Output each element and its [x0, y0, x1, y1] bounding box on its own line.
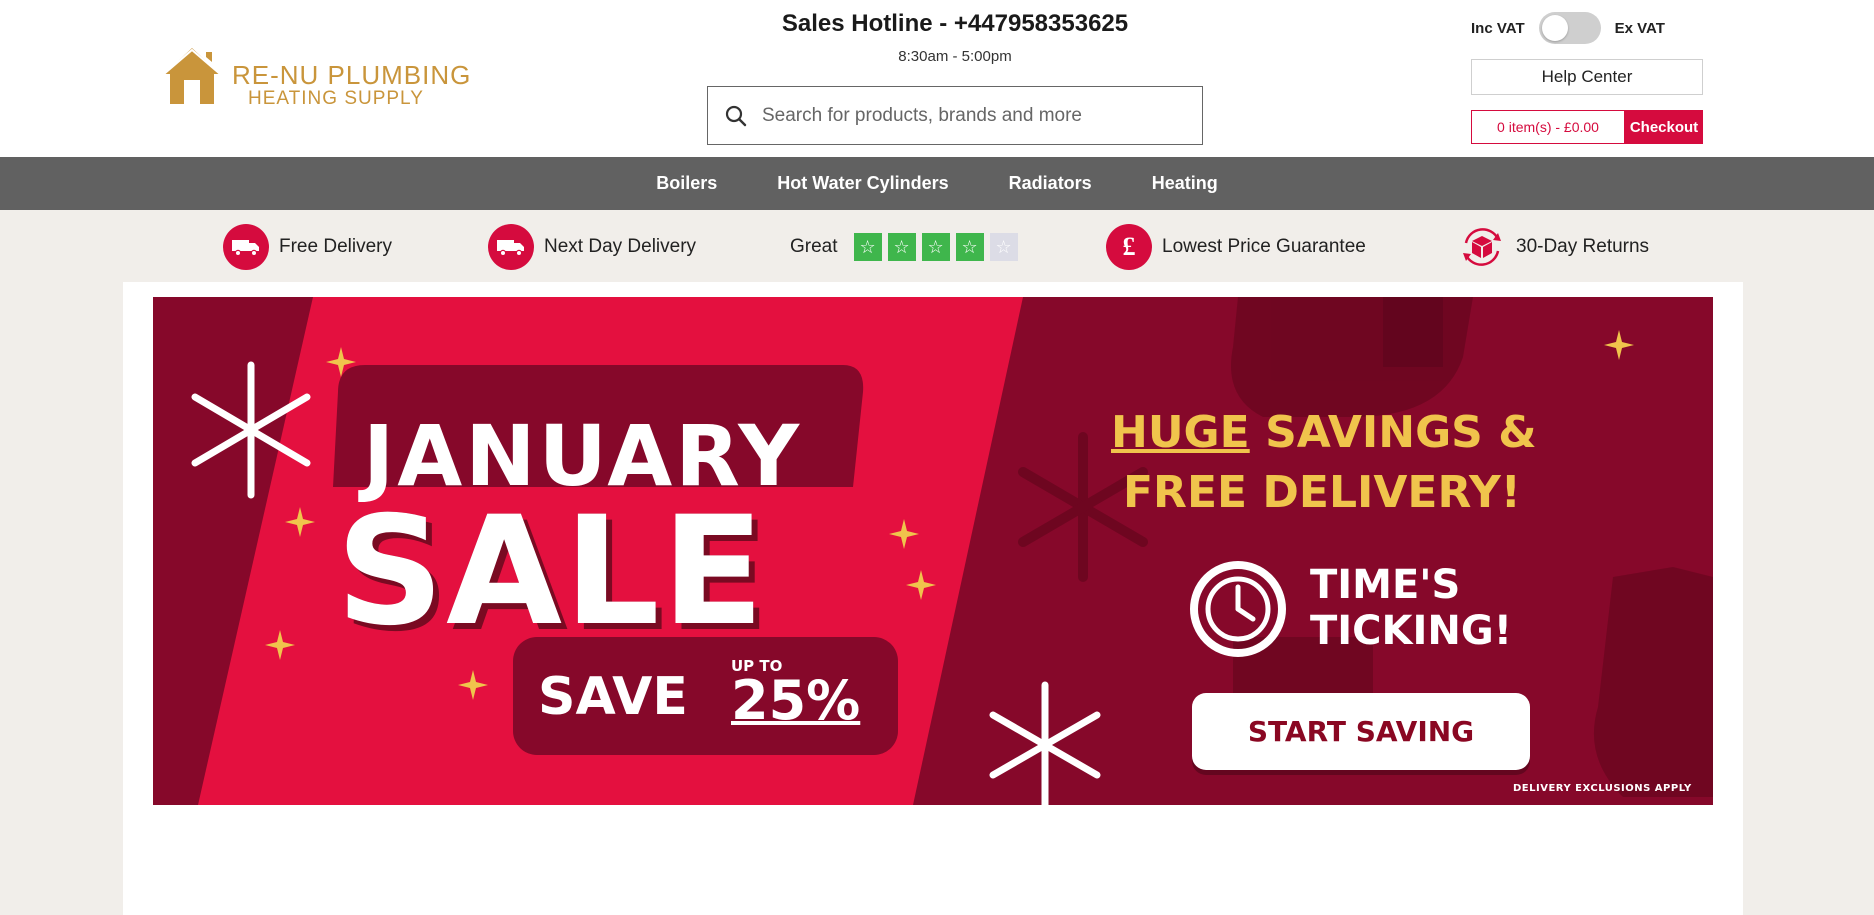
star-icon: ☆ — [921, 233, 950, 261]
banner-save: SAVE — [538, 667, 688, 727]
rating-stars: ☆ ☆ ☆ ☆ ☆ — [853, 233, 1018, 261]
logo-line-2: HEATING SUPPLY — [248, 88, 424, 109]
star-icon: ☆ — [853, 233, 882, 261]
banner-exclusions: DELIVERY EXCLUSIONS APPLY — [1513, 783, 1692, 794]
star-icon: ☆ — [989, 233, 1018, 261]
pound-icon: £ — [1106, 224, 1152, 270]
help-center-button[interactable]: Help Center — [1471, 59, 1703, 95]
search-bar[interactable] — [707, 86, 1203, 145]
vat-switcher: Inc VAT Ex VAT — [1471, 12, 1665, 44]
banner-times-line-2: TICKING! — [1310, 608, 1512, 654]
usp-bar: Free Delivery Next Day Delivery Great ☆ … — [0, 210, 1874, 282]
banner-times-line-1: TIME'S — [1310, 562, 1461, 608]
usp-label: 30-Day Returns — [1516, 236, 1650, 257]
toggle-knob — [1541, 15, 1568, 41]
usp-label: Next Day Delivery — [544, 236, 697, 257]
delivery-truck-icon — [223, 224, 269, 270]
checkout-button[interactable]: Checkout — [1625, 110, 1703, 144]
banner-headline-1: HUGE SAVINGS & — [1111, 407, 1537, 458]
clock-icon — [1190, 561, 1286, 657]
banner-free-delivery: FREE DELIVERY! — [1123, 467, 1521, 518]
usp-label: Lowest Price Guarantee — [1162, 236, 1366, 257]
banner-times-ticking: TIME'S TICKING! — [1310, 562, 1512, 654]
cart-summary[interactable]: 0 item(s) - £0.00 — [1471, 110, 1625, 144]
nav-item-heating[interactable]: Heating — [1122, 173, 1248, 194]
inc-vat-label: Inc VAT — [1471, 19, 1525, 37]
nav-item-radiators[interactable]: Radiators — [979, 173, 1122, 194]
main-content: JANUARY SALE SAVE UP TO 25% HUGE SAVINGS… — [123, 282, 1743, 915]
usp-lowest-price: £ Lowest Price Guarantee — [1106, 224, 1366, 270]
logo[interactable]: RE-NU PLUMBING HEATING SUPPLY — [162, 46, 470, 112]
returns-box-icon — [1458, 223, 1506, 271]
site-header: RE-NU PLUMBING HEATING SUPPLY Sales Hotl… — [0, 0, 1874, 157]
banner-percent: 25% — [731, 669, 861, 732]
january-sale-banner[interactable]: JANUARY SALE SAVE UP TO 25% HUGE SAVINGS… — [153, 297, 1713, 805]
house-icon — [163, 48, 221, 104]
usp-next-day-delivery: Next Day Delivery — [488, 224, 696, 270]
mini-cart: 0 item(s) - £0.00 Checkout — [1471, 110, 1703, 144]
vat-toggle[interactable] — [1538, 12, 1601, 44]
main-navigation: Boilers Hot Water Cylinders Radiators He… — [0, 157, 1874, 210]
ex-vat-label: Ex VAT — [1614, 19, 1665, 37]
nav-item-hot-water-cylinders[interactable]: Hot Water Cylinders — [747, 173, 978, 194]
usp-returns: 30-Day Returns — [1458, 224, 1649, 270]
search-icon[interactable] — [710, 104, 762, 128]
rating-label: Great — [790, 236, 838, 257]
usp-rating[interactable]: Great ☆ ☆ ☆ ☆ ☆ — [790, 224, 1018, 270]
banner-sale: SALE — [336, 485, 767, 659]
usp-free-delivery: Free Delivery — [223, 224, 392, 270]
search-input[interactable] — [762, 104, 1182, 127]
usp-label: Free Delivery — [279, 236, 392, 257]
nav-item-boilers[interactable]: Boilers — [626, 173, 747, 194]
banner-huge: HUGE — [1111, 407, 1250, 458]
delivery-truck-icon — [488, 224, 534, 270]
start-saving-button[interactable]: START SAVING — [1192, 693, 1530, 770]
logo-line-1: RE-NU PLUMBING — [232, 60, 472, 90]
sales-hotline[interactable]: Sales Hotline - +447958353625 — [700, 10, 1210, 38]
star-icon: ☆ — [955, 233, 984, 261]
star-icon: ☆ — [887, 233, 916, 261]
banner-savings: SAVINGS & — [1265, 407, 1537, 458]
opening-hours: 8:30am - 5:00pm — [898, 48, 1012, 65]
